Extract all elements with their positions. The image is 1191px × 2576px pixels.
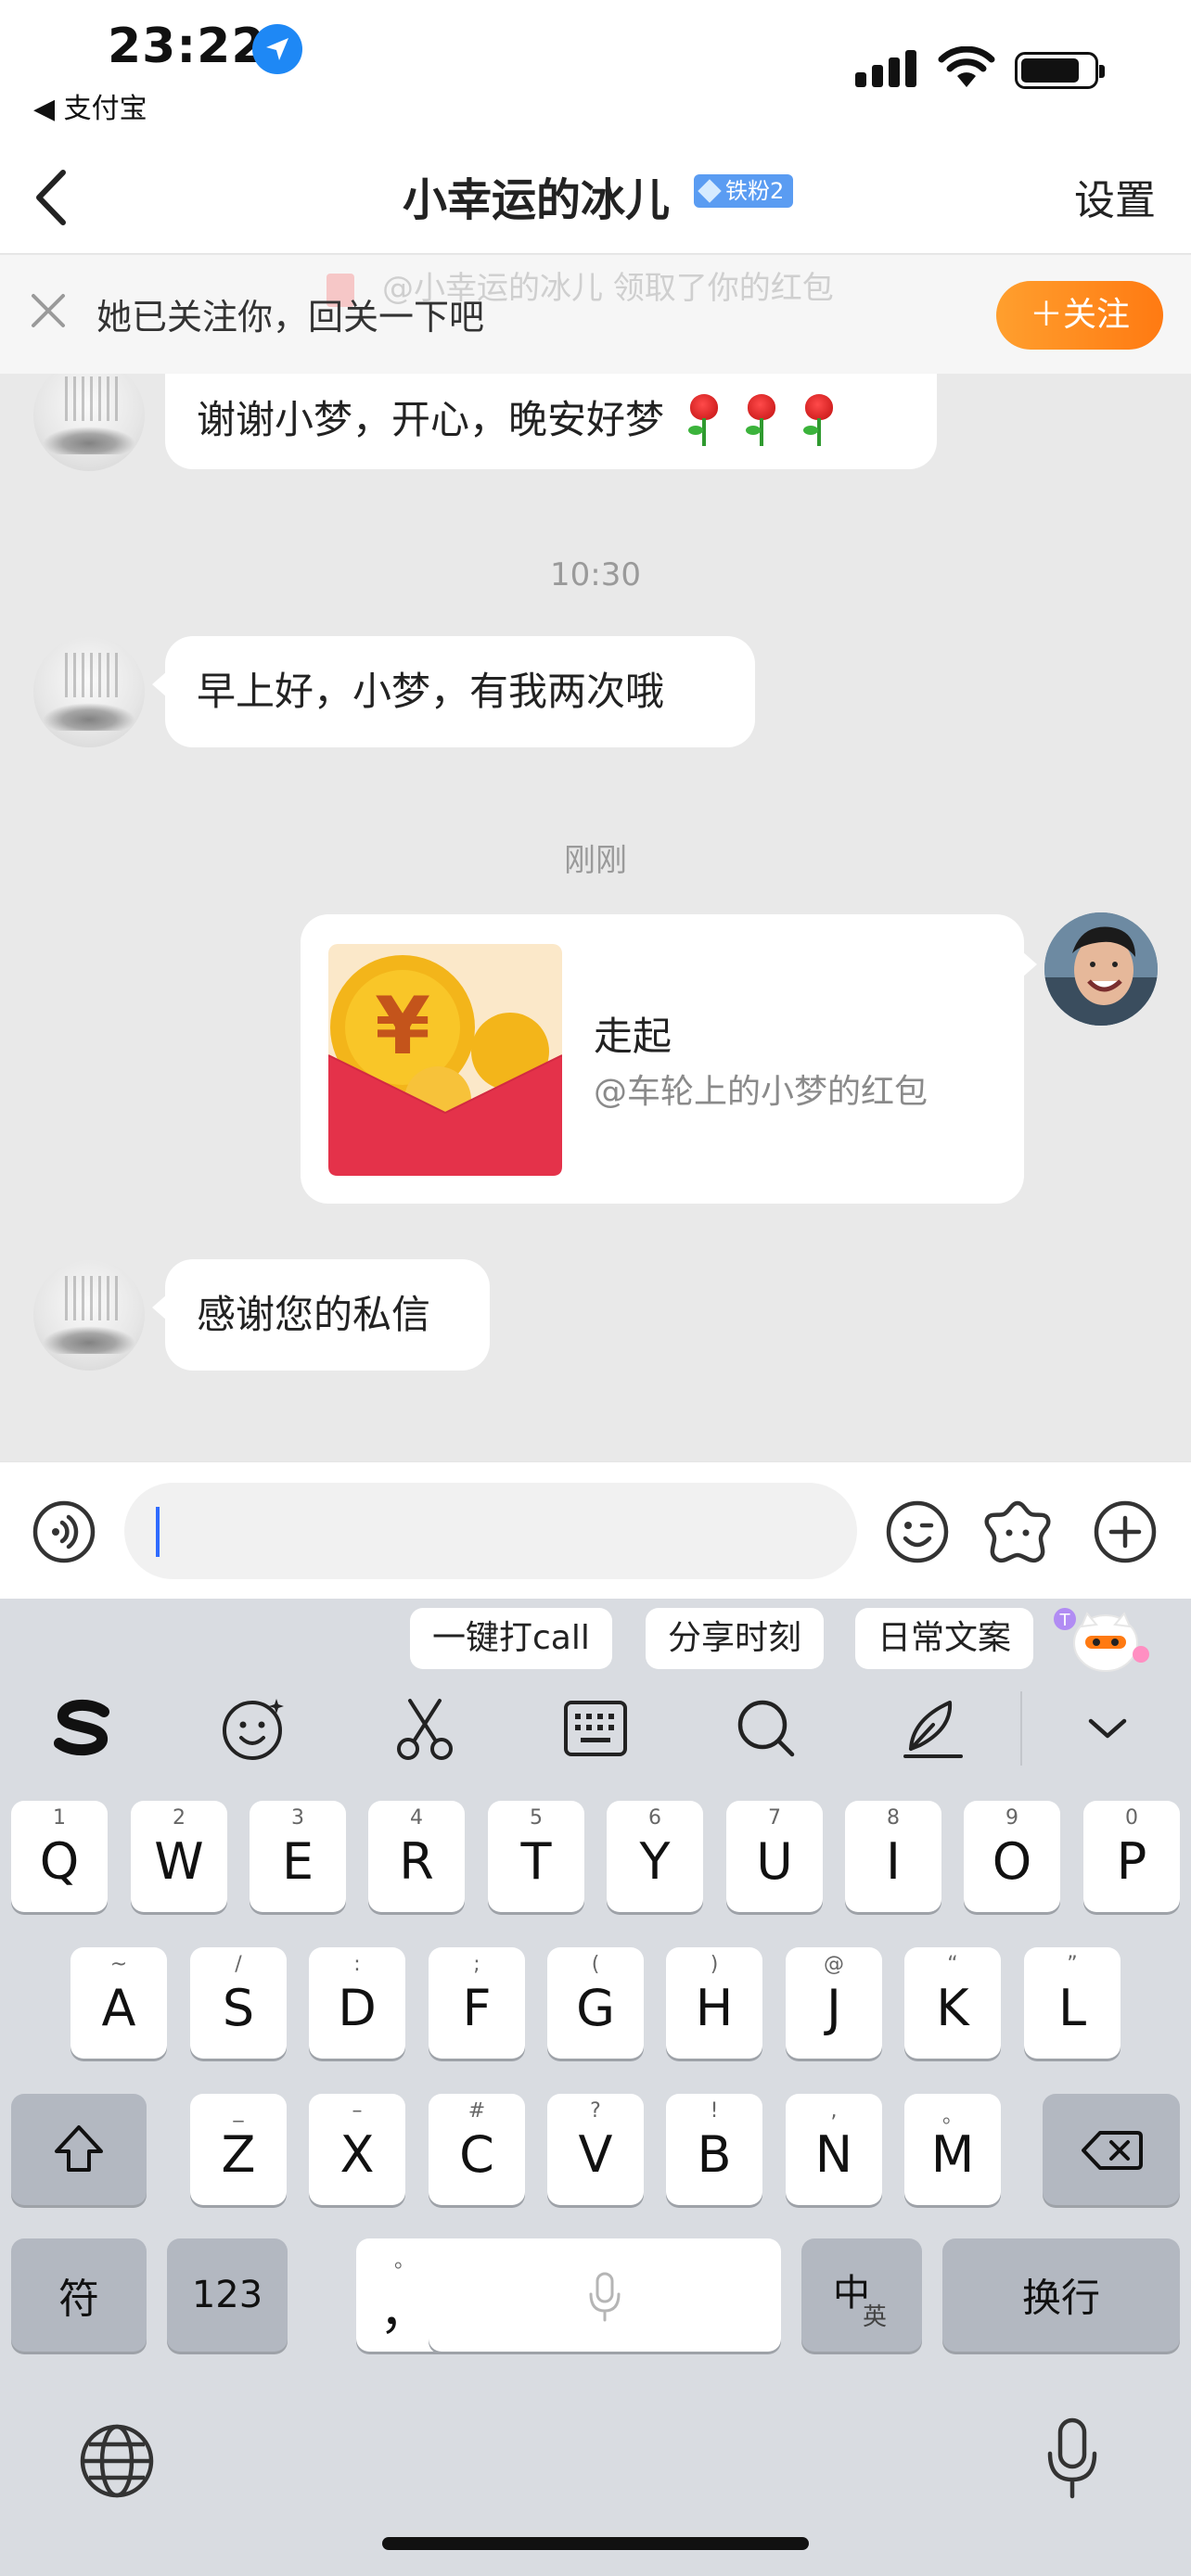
suggestion-chip[interactable]: 日常文案 [855, 1608, 1034, 1669]
emoji-keyboard-icon[interactable] [217, 1691, 291, 1766]
key-z[interactable]: _ Z [190, 2094, 287, 2205]
rose-emoji-icon [742, 394, 779, 446]
dictation-microphone-icon[interactable] [1044, 2417, 1100, 2502]
scissors-icon[interactable] [388, 1691, 462, 1766]
key-d[interactable]: :D [309, 1947, 405, 2059]
message-input-bar [0, 1461, 1191, 1599]
key-g[interactable]: (G [547, 1947, 644, 2059]
key-k[interactable]: “K [904, 1947, 1001, 2059]
back-to-app-link[interactable]: ◀ 支付宝 [33, 85, 147, 126]
shift-arrow-icon [55, 2125, 103, 2172]
red-packet-card[interactable]: ¥ 走起 @车轮上的小梦的红包 [301, 914, 1037, 1204]
globe-icon[interactable] [78, 2422, 156, 2500]
wifi-icon [938, 46, 995, 87]
contact-avatar[interactable] [33, 360, 145, 471]
status-bar: 23:22 ◀ 支付宝 [0, 0, 1191, 139]
cellular-signal-icon [855, 50, 916, 87]
location-arrow-icon [252, 24, 302, 74]
rose-emoji-icon [800, 394, 837, 446]
key-f[interactable]: ; F [429, 1947, 525, 2059]
text-caret [156, 1507, 160, 1557]
follow-button[interactable]: ＋关注 [996, 281, 1163, 350]
diamond-icon [698, 179, 722, 203]
key-q[interactable]: 1Q [11, 1801, 108, 1912]
message-text: 早上好，小梦，有我两次哦 [197, 669, 665, 714]
message-bubble[interactable]: 感谢您的私信 [152, 1259, 490, 1371]
key-n[interactable]: ,N [786, 2094, 882, 2205]
chat-header: 小幸运的冰儿 铁粉2 设置 [0, 139, 1191, 254]
key-r[interactable]: 4R [368, 1801, 465, 1912]
key-i[interactable]: 8I [845, 1801, 941, 1912]
rose-emoji-icon [685, 394, 722, 446]
shift-key[interactable] [11, 2094, 147, 2205]
red-envelope-icon: ¥ [328, 944, 562, 1176]
timestamp: 10:30 [550, 556, 641, 593]
fan-level-label: 铁粉2 [725, 178, 785, 204]
svg-text:T: T [1059, 1611, 1071, 1630]
red-packet-title: 走起 [594, 1014, 672, 1059]
message-input[interactable] [124, 1483, 857, 1579]
back-chevron-icon[interactable] [28, 165, 74, 230]
key-s[interactable]: / S [190, 1947, 287, 2059]
status-time: 23:22 [108, 19, 266, 74]
backspace-icon [1082, 2131, 1143, 2170]
keyboard-brand-icon[interactable] [46, 1691, 121, 1766]
key-j[interactable]: @ J [786, 1947, 882, 2059]
key-w[interactable]: 2W [131, 1801, 227, 1912]
suggestion-chip[interactable]: 分享时刻 [646, 1608, 825, 1669]
chat-title: 小幸运的冰儿 [403, 174, 671, 226]
key-t[interactable]: 5T [488, 1801, 584, 1912]
emoji-icon[interactable] [885, 1499, 950, 1564]
collapse-keyboard-chevron-icon[interactable] [1070, 1691, 1145, 1766]
self-avatar[interactable] [1044, 912, 1158, 1026]
keyboard-mascot-icon[interactable]: T [1044, 1600, 1156, 1678]
suggestion-chip[interactable]: 一键打call [410, 1608, 612, 1669]
red-packet-subtitle: @车轮上的小梦的红包 [594, 1073, 928, 1111]
keyboard: 一键打call 分享时刻 日常文案 T [0, 1599, 1191, 2576]
key-c[interactable]: # C [429, 2094, 525, 2205]
key-p[interactable]: 0P [1083, 1801, 1180, 1912]
key-h[interactable]: ) H [666, 1947, 762, 2059]
fan-level-badge: 铁粉2 [694, 174, 794, 208]
key-a[interactable]: ~ A [70, 1947, 167, 2059]
keyboard-layout-icon[interactable] [558, 1691, 633, 1766]
microphone-icon [589, 2272, 621, 2322]
key-e[interactable]: 3E [250, 1801, 346, 1912]
backspace-key[interactable] [1043, 2094, 1180, 2205]
more-plus-icon[interactable] [1093, 1499, 1158, 1564]
follow-back-banner: @小幸运的冰儿 领取了你的红包 她已关注你，回关一下吧 ＋关注 [0, 255, 1191, 374]
key-l[interactable]: ” L [1024, 1947, 1121, 2059]
message-text: 感谢您的私信 [197, 1292, 431, 1337]
svg-text:¥: ¥ [375, 980, 430, 1073]
key-o[interactable]: 9O [964, 1801, 1060, 1912]
voice-input-icon[interactable] [32, 1499, 96, 1564]
return-key[interactable]: 换行 [942, 2238, 1180, 2352]
home-indicator[interactable] [382, 2537, 809, 2550]
key-u[interactable]: 7U [726, 1801, 823, 1912]
space-bar[interactable] [429, 2238, 781, 2352]
contact-avatar[interactable] [33, 1259, 145, 1371]
key-x[interactable]: – X [309, 2094, 405, 2205]
contact-avatar[interactable] [33, 636, 145, 747]
language-switch-key[interactable]: 中 英 [801, 2238, 922, 2352]
timestamp: 刚刚 [564, 842, 627, 879]
message-text: 谢谢小梦，开心，晚安好梦 [197, 397, 665, 442]
handwriting-pen-icon[interactable] [896, 1691, 970, 1766]
key-b[interactable]: ! B [666, 2094, 762, 2205]
key-v[interactable]: ? V [547, 2094, 644, 2205]
message-bubble[interactable]: 谢谢小梦，开心，晚安好梦 [165, 371, 937, 469]
battery-icon [1015, 52, 1105, 89]
key-y[interactable]: 6Y [607, 1801, 703, 1912]
settings-button[interactable]: 设置 [1074, 167, 1156, 226]
key-m[interactable]: 。 M [904, 2094, 1001, 2205]
toolbar-divider [1020, 1691, 1022, 1766]
search-icon[interactable] [729, 1691, 803, 1766]
close-icon[interactable] [28, 290, 69, 331]
symbols-key[interactable]: 符 [11, 2238, 147, 2352]
numbers-key[interactable]: 123 [167, 2238, 288, 2352]
follow-back-prompt: 她已关注你，回关一下吧 [96, 297, 485, 338]
message-bubble[interactable]: 早上好，小梦，有我两次哦 [152, 636, 755, 747]
sticker-icon[interactable] [983, 1498, 1052, 1566]
